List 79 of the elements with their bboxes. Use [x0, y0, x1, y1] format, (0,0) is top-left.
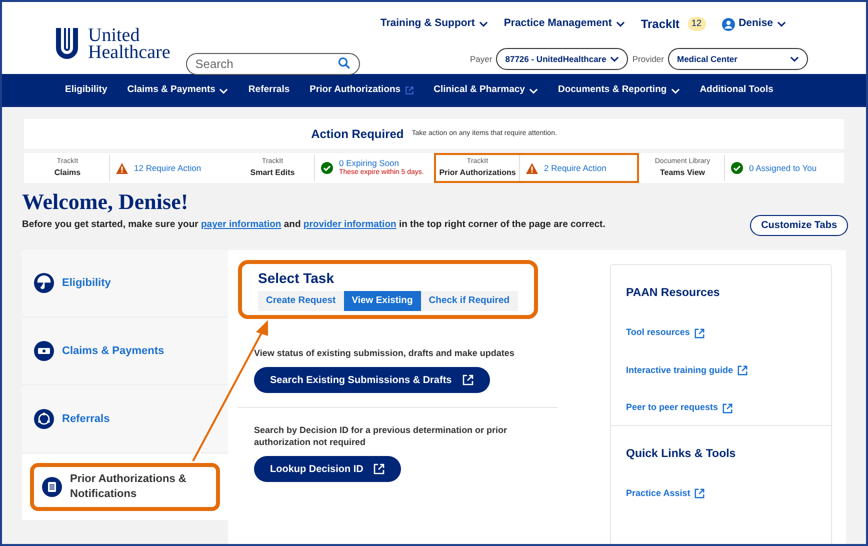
resources-heading: Quick Links & Tools: [626, 446, 737, 462]
external-link-icon: [737, 365, 748, 376]
check-circle-icon: [321, 162, 333, 174]
top-menu-link[interactable]: Practice Management: [504, 16, 625, 32]
chevron-down-icon: [219, 88, 228, 94]
trackit-source: Prior Authorizations: [439, 167, 516, 180]
banner-title: Action Required: [311, 126, 404, 143]
logo-icon: [54, 26, 80, 62]
resource-link[interactable]: Peer to peer requests: [626, 401, 734, 415]
network-icon: [34, 409, 54, 429]
user-avatar-icon: [722, 18, 735, 30]
sidebar-tab[interactable]: Prior Authorizations & Notifications: [22, 454, 228, 520]
sidebar-tab-label: Prior Authorizations & Notifications: [70, 472, 188, 502]
nav-menu-item[interactable]: Referrals: [248, 83, 290, 98]
chevron-down-icon: [478, 21, 488, 27]
money-icon: [34, 341, 54, 361]
sidebar-tab-label: Claims & Payments: [62, 344, 164, 358]
sidebar-tab[interactable]: Eligibility: [22, 250, 228, 316]
info-link[interactable]: provider information: [303, 219, 396, 230]
task-tab[interactable]: Create Request: [258, 291, 344, 311]
customize-tabs-button[interactable]: Customize Tabs: [750, 215, 848, 236]
provider-select[interactable]: Medical Center: [668, 48, 808, 70]
user-menu[interactable]: Denise: [722, 16, 786, 32]
task-tab[interactable]: Check if Required: [420, 291, 518, 311]
logo-wordmark[interactable]: United Healthcare: [88, 27, 170, 61]
trackit-link[interactable]: TrackIt 12: [640, 15, 706, 33]
chevron-down-icon: [528, 88, 538, 94]
sidebar-tab-label: Eligibility: [62, 276, 111, 290]
count-badge: 12: [688, 17, 706, 31]
trackit-source: Claims: [54, 167, 81, 180]
payer-label: Payer: [470, 52, 492, 66]
clipboard-icon: [42, 477, 62, 497]
nav-menu-item[interactable]: Documents & Reporting: [558, 83, 680, 98]
trackit-status-link[interactable]: 0 Assigned to You: [725, 155, 842, 181]
task-action-button[interactable]: Lookup Decision ID: [254, 456, 402, 482]
select-task-title: Select Task: [258, 269, 336, 288]
resource-link[interactable]: Practice Assist: [626, 487, 706, 500]
sidebar-tab[interactable]: Claims & Payments: [22, 318, 228, 384]
trackit-status-link[interactable]: 2 Require Action: [520, 155, 637, 181]
external-link-icon: [462, 374, 474, 386]
chevron-down-icon: [777, 21, 786, 27]
nav-menu-item[interactable]: Prior Authorizations: [310, 83, 414, 98]
external-link-icon: [404, 86, 414, 95]
task-tab[interactable]: View Existing: [344, 291, 421, 311]
payer-select[interactable]: 87726 - UnitedHealthcare: [496, 48, 628, 70]
intro-text: Before you get started, make sure your payer information and provider information in the top right corner of the page are correct.: [22, 218, 606, 232]
nav-menu-item[interactable]: Claims & Payments: [127, 83, 228, 98]
trackit-source: Smart Edits: [250, 167, 295, 180]
provider-label: Provider: [632, 52, 664, 66]
sidebar-tab-label: Referrals: [62, 412, 110, 426]
external-link-icon: [694, 488, 706, 500]
external-link-icon: [373, 463, 386, 475]
trackit-source: Teams View: [660, 167, 706, 180]
external-link-icon: [694, 328, 705, 338]
task-action-button[interactable]: Search Existing Submissions & Drafts: [254, 367, 490, 393]
resource-link[interactable]: Interactive training guide: [626, 364, 748, 378]
umbrella-icon: [34, 273, 54, 293]
nav-menu-item[interactable]: Eligibility: [65, 83, 108, 98]
info-link[interactable]: payer information: [200, 219, 282, 230]
task-description: View status of existing submission, drafts and make updates: [254, 347, 516, 359]
warning-icon: [116, 162, 128, 174]
task-description: Search by Decision ID for a previous determination or prior authorization not required: [254, 424, 508, 448]
resource-link[interactable]: Tool resources: [626, 326, 705, 340]
resources-heading: PAAN Resources: [626, 286, 721, 301]
welcome-heading: Welcome, Denise!: [22, 189, 188, 215]
nav-menu-item[interactable]: Clinical & Pharmacy: [434, 83, 538, 98]
sidebar-tab[interactable]: Referrals: [22, 386, 228, 452]
chevron-down-icon: [670, 88, 680, 94]
chevron-down-icon: [610, 56, 620, 62]
search-icon: [338, 57, 350, 69]
chevron-down-icon: [790, 56, 799, 62]
check-circle-icon: [731, 162, 743, 174]
chevron-down-icon: [616, 21, 625, 27]
warning-icon: [526, 162, 538, 174]
nav-menu-item[interactable]: Additional Tools: [700, 83, 774, 98]
search-field[interactable]: Search: [186, 53, 360, 75]
top-menu-link[interactable]: Training & Support: [380, 16, 488, 32]
trackit-status-link[interactable]: 12 Require Action: [110, 155, 227, 181]
external-link-icon: [722, 402, 734, 414]
